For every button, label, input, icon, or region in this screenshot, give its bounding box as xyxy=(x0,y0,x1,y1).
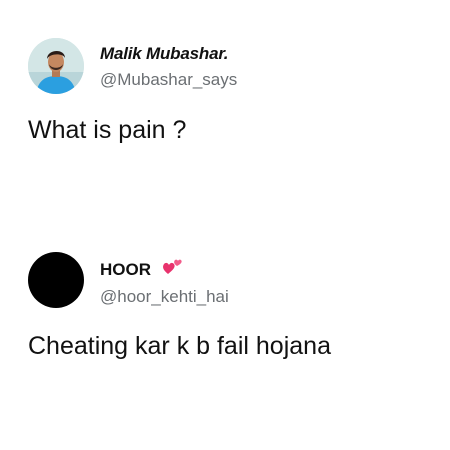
tweet-text: What is pain ? xyxy=(28,116,187,144)
profile-photo-icon xyxy=(28,38,84,94)
display-name-row[interactable]: HOOR xyxy=(100,257,184,280)
two-hearts-icon xyxy=(162,257,184,280)
user-handle[interactable]: @Mubashar_says xyxy=(100,70,237,90)
tweet-text: Cheating kar k b fail hojana xyxy=(28,332,331,360)
display-name[interactable]: Malik Mubashar. xyxy=(100,44,229,64)
avatar[interactable] xyxy=(28,252,84,308)
display-name: HOOR xyxy=(100,260,151,279)
avatar[interactable] xyxy=(28,38,84,94)
user-handle[interactable]: @hoor_kehti_hai xyxy=(100,287,229,307)
